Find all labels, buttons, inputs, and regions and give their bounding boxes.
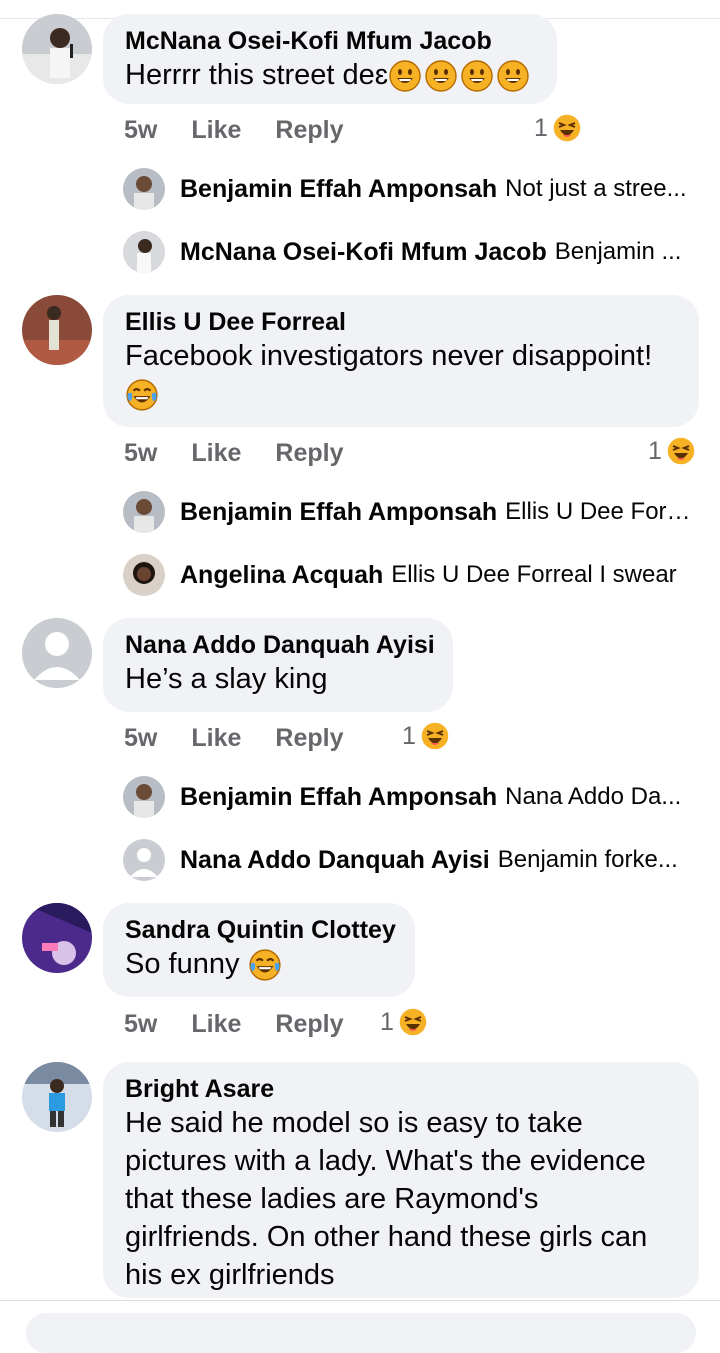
comment-actions: 5w Like Reply bbox=[124, 721, 377, 755]
reply-text: Not just a stree... bbox=[505, 175, 687, 202]
reaction-summary[interactable]: 1 bbox=[402, 721, 450, 751]
grinning-emoji bbox=[497, 60, 529, 93]
reaction-count: 1 bbox=[402, 721, 416, 750]
reply-author[interactable]: McNana Osei-Kofi Mfum Jacob bbox=[180, 238, 547, 267]
comment-input[interactable] bbox=[26, 1313, 696, 1353]
comment-author[interactable]: Nana Addo Danquah Ayisi bbox=[125, 630, 435, 660]
reply-text: Ellis U Dee Forr... bbox=[505, 498, 693, 525]
reaction-summary[interactable]: 1 bbox=[380, 1007, 428, 1037]
reply-preview[interactable]: McNana Osei-Kofi Mfum Jacob Benjamin ... bbox=[123, 230, 693, 274]
avatar[interactable] bbox=[123, 231, 165, 273]
comment-text-body: So funny bbox=[125, 948, 240, 980]
comment-author[interactable]: Sandra Quintin Clottey bbox=[125, 915, 396, 945]
like-button[interactable]: Like bbox=[191, 1010, 241, 1039]
comment-actions: 5w Like Reply bbox=[124, 113, 377, 147]
comment-text: So funny bbox=[125, 945, 393, 983]
comment-text: Facebook investigators never disappoint! bbox=[125, 337, 677, 413]
reaction-count: 1 bbox=[648, 436, 662, 465]
reply-preview[interactable]: Benjamin Effah Amponsah Not just a stree… bbox=[123, 167, 693, 211]
reply-preview[interactable]: Nana Addo Danquah Ayisi Benjamin forke..… bbox=[123, 838, 693, 882]
comment-actions: 5w Like Reply bbox=[124, 1007, 377, 1041]
comment-text: He said he model so is easy to take pict… bbox=[125, 1107, 648, 1291]
avatar[interactable] bbox=[123, 839, 165, 881]
comment-timestamp[interactable]: 5w bbox=[124, 439, 157, 468]
grinning-emoji bbox=[389, 60, 421, 93]
comment-timestamp[interactable]: 5w bbox=[124, 116, 157, 145]
reply-author[interactable]: Nana Addo Danquah Ayisi bbox=[180, 846, 490, 875]
tears-of-joy-emoji bbox=[248, 949, 281, 981]
reply-text: Benjamin forke... bbox=[497, 846, 678, 873]
reply-author[interactable]: Angelina Acquah bbox=[180, 561, 383, 590]
comment-author[interactable]: Ellis U Dee Forreal bbox=[125, 307, 677, 337]
reaction-summary[interactable]: 1 bbox=[534, 113, 582, 143]
comment-author[interactable]: McNana Osei-Kofi Mfum Jacob bbox=[125, 26, 535, 56]
reaction-summary[interactable]: 1 bbox=[648, 436, 696, 466]
avatar[interactable] bbox=[123, 168, 165, 210]
avatar[interactable] bbox=[22, 618, 92, 688]
grinning-emoji bbox=[461, 60, 493, 93]
grinning-emoji bbox=[425, 60, 457, 93]
comment-timestamp[interactable]: 5w bbox=[124, 724, 157, 753]
comment-actions: 5w Like Reply bbox=[124, 436, 377, 470]
comment-author[interactable]: Bright Asare bbox=[125, 1074, 677, 1104]
comment-text-body: Herrrr this street deɛ bbox=[125, 59, 389, 91]
haha-icon bbox=[552, 113, 582, 143]
comment-text: Herrrr this street deɛ bbox=[125, 56, 535, 94]
reply-button[interactable]: Reply bbox=[275, 439, 343, 468]
comment-bubble: Bright Asare He said he model so is easy… bbox=[103, 1062, 699, 1298]
avatar[interactable] bbox=[22, 14, 92, 84]
reply-preview[interactable]: Benjamin Effah Amponsah Ellis U Dee Forr… bbox=[123, 490, 693, 534]
reply-button[interactable]: Reply bbox=[275, 1010, 343, 1039]
reply-preview[interactable]: Benjamin Effah Amponsah Nana Addo Da... bbox=[123, 775, 693, 819]
comment-bubble: McNana Osei-Kofi Mfum Jacob Herrrr this … bbox=[103, 14, 557, 104]
reply-button[interactable]: Reply bbox=[275, 724, 343, 753]
reaction-count: 1 bbox=[534, 113, 548, 142]
avatar[interactable] bbox=[22, 1062, 92, 1132]
avatar[interactable] bbox=[123, 776, 165, 818]
avatar[interactable] bbox=[22, 295, 92, 365]
comment-text: He’s a slay king bbox=[125, 663, 328, 695]
reply-text: Nana Addo Da... bbox=[505, 783, 682, 810]
comment-bubble: Nana Addo Danquah Ayisi He’s a slay king bbox=[103, 618, 453, 712]
reply-text: Benjamin ... bbox=[554, 238, 682, 265]
reply-author[interactable]: Benjamin Effah Amponsah bbox=[180, 175, 497, 204]
tears-of-joy-emoji bbox=[126, 379, 158, 411]
avatar[interactable] bbox=[22, 903, 92, 973]
comment-bubble: Ellis U Dee Forreal Facebook investigato… bbox=[103, 295, 699, 427]
like-button[interactable]: Like bbox=[191, 116, 241, 145]
reply-author[interactable]: Benjamin Effah Amponsah bbox=[180, 783, 497, 812]
reply-button[interactable]: Reply bbox=[275, 116, 343, 145]
avatar[interactable] bbox=[123, 554, 165, 596]
reply-author[interactable]: Benjamin Effah Amponsah bbox=[180, 498, 497, 527]
comment-bubble: Sandra Quintin Clottey So funny bbox=[103, 903, 415, 997]
reply-preview[interactable]: Angelina Acquah Ellis U Dee Forreal I sw… bbox=[123, 553, 693, 597]
haha-icon bbox=[420, 721, 450, 751]
like-button[interactable]: Like bbox=[191, 439, 241, 468]
avatar[interactable] bbox=[123, 491, 165, 533]
haha-icon bbox=[666, 436, 696, 466]
comment-text-body: Facebook investigators never disappoint! bbox=[125, 340, 653, 372]
haha-icon bbox=[398, 1007, 428, 1037]
comment-timestamp[interactable]: 5w bbox=[124, 1010, 157, 1039]
comment-composer-bar bbox=[0, 1300, 720, 1353]
like-button[interactable]: Like bbox=[191, 724, 241, 753]
reaction-count: 1 bbox=[380, 1007, 394, 1036]
reply-text: Ellis U Dee Forreal I swear bbox=[391, 561, 677, 588]
